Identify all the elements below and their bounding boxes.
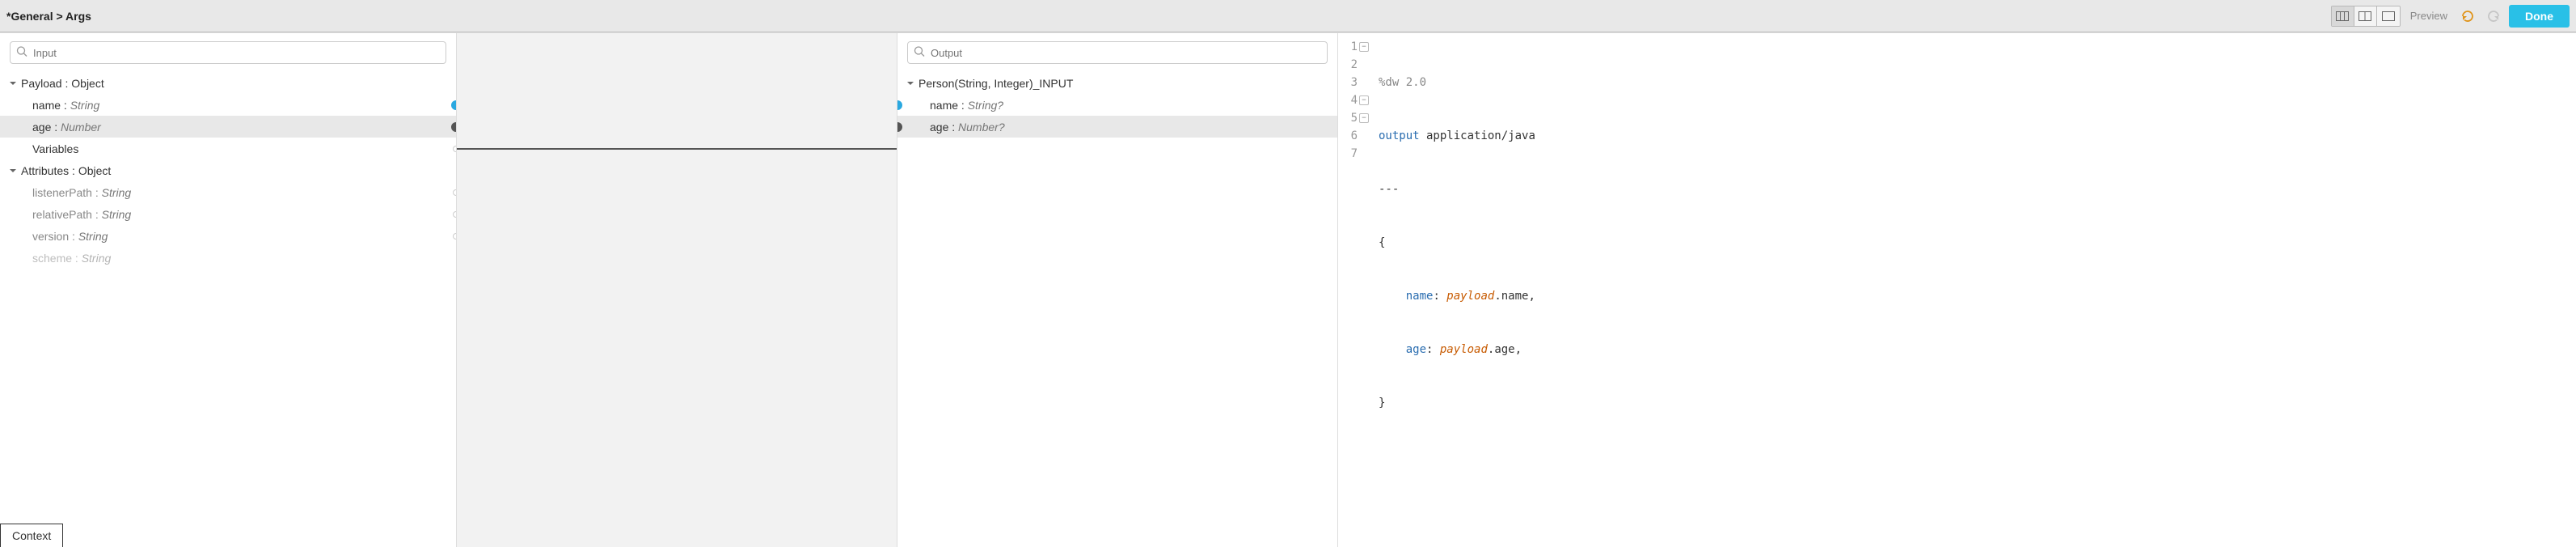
code-token: payload [1440, 343, 1488, 356]
refresh-icon [2460, 9, 2475, 23]
main-area: Payload : Object name : String age : Num… [0, 32, 2576, 547]
code-token: --- [1379, 183, 1399, 196]
layout-one-col-button[interactable] [2377, 6, 2400, 26]
variables-label: Variables [32, 142, 78, 155]
code-token: name [1406, 290, 1434, 303]
field-type: String [78, 230, 108, 243]
code-editor-panel: 1− 2 3 4− 5− 6 7 %dw 2.0 output applicat… [1338, 33, 2576, 547]
output-port[interactable] [453, 146, 456, 152]
code-content[interactable]: %dw 2.0 output application/java --- { na… [1372, 33, 2576, 547]
output-port[interactable] [451, 122, 456, 132]
code-token: { [1379, 236, 1385, 249]
mapping-lines [457, 33, 897, 547]
field-key: name : [32, 99, 70, 112]
field-key: version : [32, 230, 78, 243]
output-search-wrap [897, 33, 1337, 72]
code-token: output [1379, 129, 1420, 142]
field-key: name : [930, 99, 968, 112]
field-type: String? [968, 99, 1003, 112]
output-port[interactable] [453, 189, 456, 196]
field-key: listenerPath : [32, 186, 102, 199]
fold-icon[interactable]: − [1359, 42, 1369, 52]
input-variables-node[interactable]: Variables [0, 138, 456, 159]
fold-icon[interactable]: − [1359, 113, 1369, 123]
code-token: .age, [1488, 343, 1522, 356]
field-key: scheme : [32, 252, 82, 265]
output-port[interactable] [451, 100, 456, 110]
output-field-name[interactable]: name : String? [897, 94, 1337, 116]
input-port[interactable] [897, 100, 902, 110]
input-field-scheme[interactable]: scheme : String [0, 247, 456, 269]
field-type: String [102, 186, 132, 199]
refresh-button[interactable] [2457, 6, 2478, 26]
layout-two-col-button[interactable] [2354, 6, 2377, 26]
header-actions: Preview Done [2331, 5, 2570, 28]
field-key: age : [930, 121, 958, 134]
attributes-label: Attributes : [21, 164, 78, 177]
search-icon [16, 46, 27, 60]
code-token: %dw 2.0 [1379, 76, 1426, 89]
context-tab[interactable]: Context [0, 524, 63, 547]
output-field-age[interactable]: age : Number? [897, 116, 1337, 138]
input-field-relativePath[interactable]: relativePath : String [0, 203, 456, 225]
line-gutter: 1− 2 3 4− 5− 6 7 [1338, 33, 1372, 547]
input-port[interactable] [897, 122, 902, 132]
layout-two-col-icon [2359, 11, 2371, 21]
input-field-age[interactable]: age : Number [0, 116, 456, 138]
code-token: .name, [1494, 290, 1535, 303]
output-root-node[interactable]: Person(String, Integer)_INPUT [897, 72, 1337, 94]
header-bar: *General > Args Preview Done [0, 0, 2576, 32]
output-port[interactable] [453, 233, 456, 240]
layout-three-col-button[interactable] [2332, 6, 2354, 26]
field-type: String [102, 208, 132, 221]
code-token: application/java [1420, 129, 1535, 142]
input-payload-node[interactable]: Payload : Object [0, 72, 456, 94]
preview-label[interactable]: Preview [2410, 10, 2447, 22]
caret-down-icon [8, 78, 18, 88]
layout-one-col-icon [2382, 11, 2395, 21]
redo-button[interactable] [2483, 6, 2504, 26]
code-token: age [1406, 343, 1426, 356]
output-tree: Person(String, Integer)_INPUT name : Str… [897, 72, 1337, 547]
input-field-listenerPath[interactable]: listenerPath : String [0, 181, 456, 203]
fold-icon[interactable]: − [1359, 95, 1369, 105]
attributes-type: Object [78, 164, 111, 177]
code-token: payload [1446, 290, 1494, 303]
payload-type: Object [71, 77, 103, 90]
code-token: } [1379, 396, 1385, 409]
output-port[interactable] [453, 211, 456, 218]
output-root-label: Person(String, Integer)_INPUT [918, 77, 1073, 90]
code-editor[interactable]: 1− 2 3 4− 5− 6 7 %dw 2.0 output applicat… [1338, 33, 2576, 547]
field-type: Number? [958, 121, 1005, 134]
input-tree: Payload : Object name : String age : Num… [0, 72, 456, 547]
breadcrumb: *General > Args [6, 10, 91, 23]
output-search-field[interactable] [907, 41, 1328, 64]
done-button[interactable]: Done [2509, 5, 2570, 28]
input-field-name[interactable]: name : String [0, 94, 456, 116]
mapping-canvas[interactable] [457, 33, 897, 547]
field-type: String [70, 99, 100, 112]
field-key: relativePath : [32, 208, 102, 221]
redo-icon [2486, 9, 2501, 23]
input-field-version[interactable]: version : String [0, 225, 456, 247]
payload-label: Payload : [21, 77, 71, 90]
input-attributes-node[interactable]: Attributes : Object [0, 159, 456, 181]
input-search-field[interactable] [10, 41, 446, 64]
caret-down-icon [8, 166, 18, 176]
layout-mode-group [2331, 6, 2401, 27]
field-type: String [82, 252, 112, 265]
caret-down-icon [906, 78, 915, 88]
input-search-wrap [0, 33, 456, 72]
output-tree-panel: Person(String, Integer)_INPUT name : Str… [897, 33, 1338, 547]
search-icon [914, 46, 925, 60]
layout-three-col-icon [2336, 11, 2349, 21]
input-tree-panel: Payload : Object name : String age : Num… [0, 33, 457, 547]
field-key: age : [32, 121, 61, 134]
field-type: Number [61, 121, 101, 134]
